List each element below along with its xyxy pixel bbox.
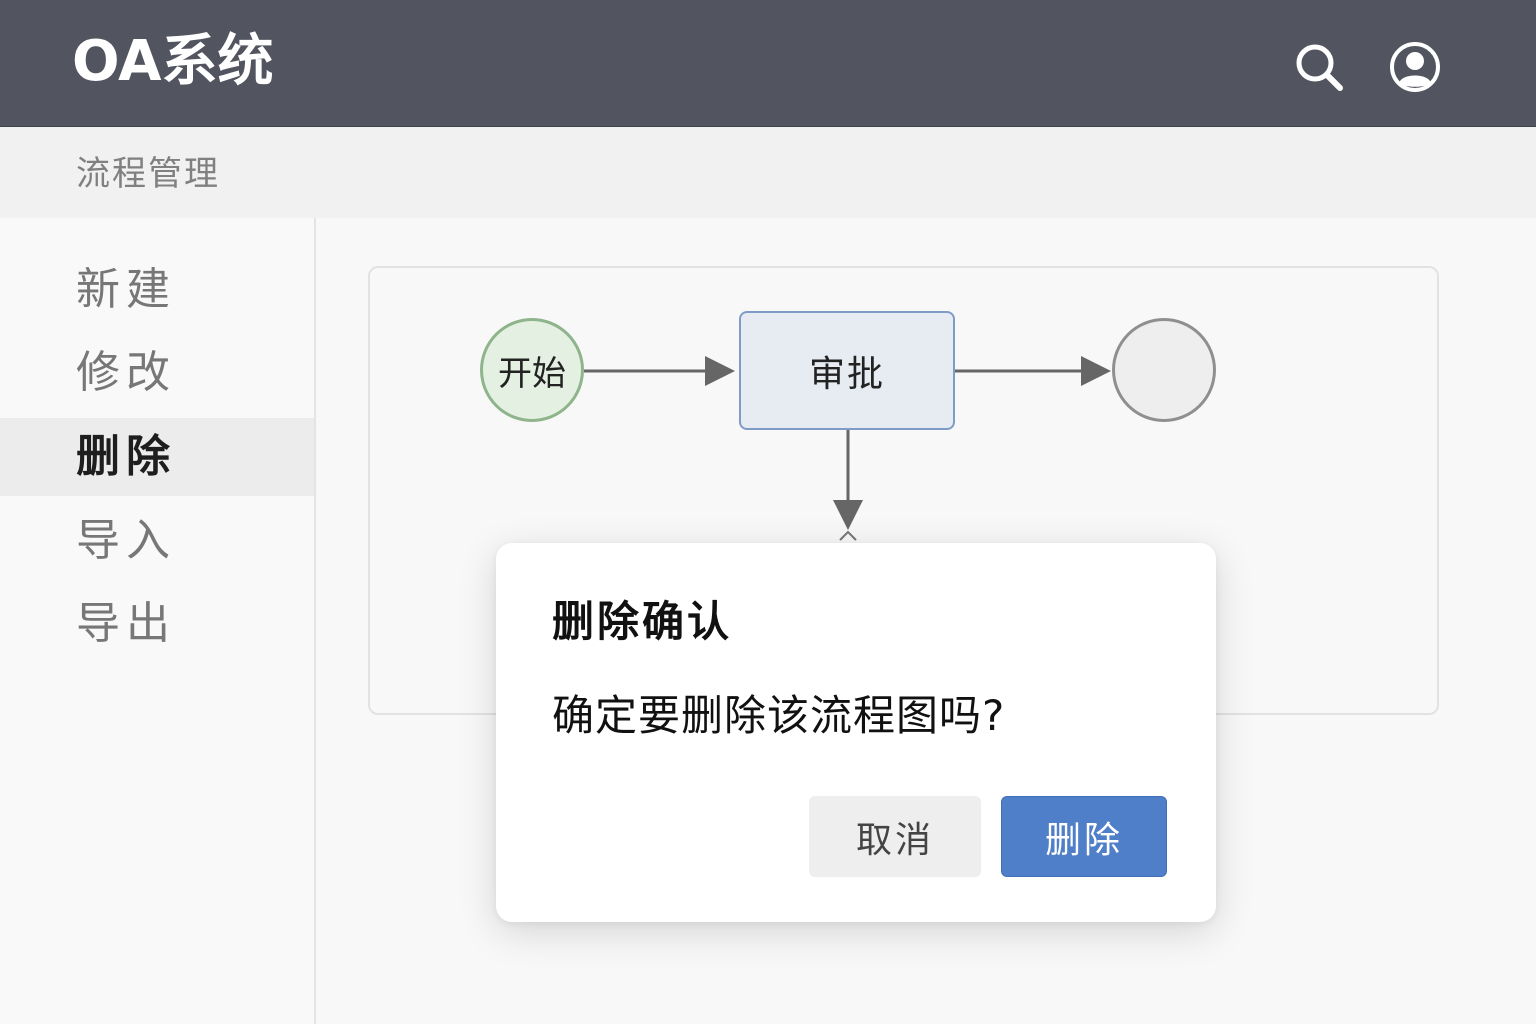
cancel-button[interactable]: 取消 (809, 796, 981, 877)
flow-node-end[interactable] (1112, 318, 1216, 422)
flow-node-approve[interactable]: 审批 (739, 311, 955, 430)
sidebar-item-export[interactable]: 导出 (0, 585, 314, 663)
breadcrumb: 流程管理 (76, 154, 220, 194)
flow-node-start[interactable]: 开始 (480, 318, 584, 422)
dialog-title: 删除确认 (552, 597, 733, 646)
app-title: OA系统 (72, 29, 274, 94)
sidebar-item-label: 导出 (76, 598, 176, 649)
sidebar-item-edit[interactable]: 修改 (0, 334, 314, 412)
breadcrumb-bar: 流程管理 (0, 127, 1536, 218)
top-bar: OA系统 (0, 0, 1536, 127)
user-icon[interactable] (1388, 40, 1442, 94)
sidebar-item-label: 新建 (76, 264, 176, 315)
delete-confirm-dialog: 删除确认 确定要删除该流程图吗? 取消 删除 (496, 543, 1216, 922)
dialog-message: 确定要删除该流程图吗? (552, 691, 1006, 740)
search-icon[interactable] (1292, 40, 1346, 94)
flow-node-label: 审批 (808, 353, 885, 395)
sidebar-item-label: 删除 (76, 431, 176, 482)
sidebar-item-new[interactable]: 新建 (0, 251, 314, 329)
flow-node-label: 开始 (498, 353, 566, 394)
sidebar-item-import[interactable]: 导入 (0, 502, 314, 580)
sidebar-item-delete[interactable]: 删除 (0, 418, 314, 496)
sidebar: 新建 修改 删除 导入 导出 (0, 218, 316, 1024)
sidebar-item-label: 导入 (76, 515, 176, 566)
confirm-delete-button[interactable]: 删除 (1001, 796, 1167, 877)
sidebar-item-label: 修改 (76, 347, 176, 398)
